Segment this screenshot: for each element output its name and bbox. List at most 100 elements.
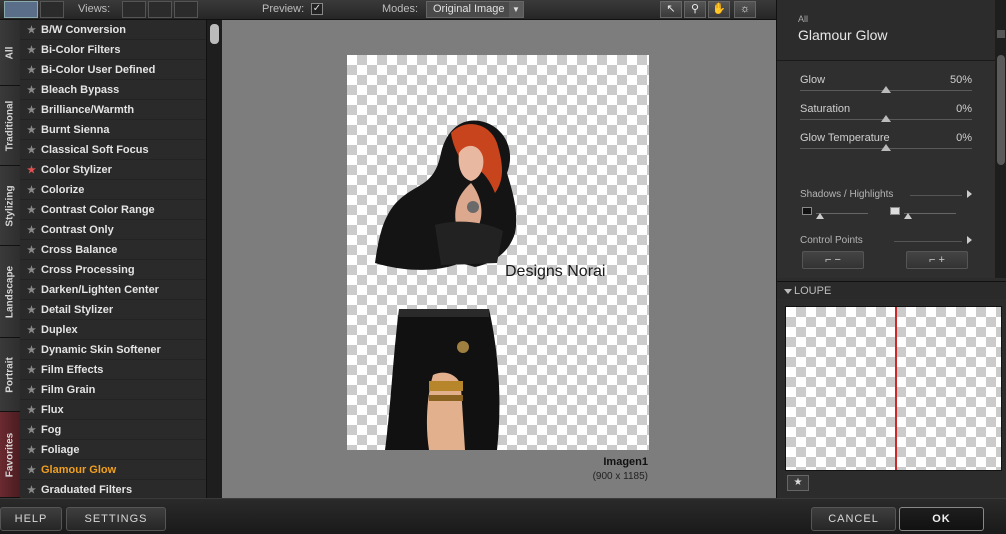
breadcrumb: All	[798, 14, 809, 24]
list-item[interactable]: ★ Classical Soft Focus	[20, 140, 206, 160]
view-split-button[interactable]	[148, 1, 172, 18]
cancel-button[interactable]: CANCEL	[811, 507, 896, 531]
star-icon[interactable]: ★	[27, 401, 41, 421]
list-item[interactable]: ★ Film Effects	[20, 360, 206, 380]
star-icon[interactable]: ★	[27, 321, 41, 341]
scroll-up-arrow-icon[interactable]	[997, 30, 1005, 38]
tab-landscape[interactable]: Landscape	[0, 246, 20, 338]
list-item-selected[interactable]: ★ Glamour Glow	[20, 460, 206, 480]
modes-dropdown[interactable]: Original Image ▼	[426, 1, 524, 18]
zoom-icon[interactable]: ⚲	[684, 1, 706, 18]
highlights-slider[interactable]	[890, 207, 960, 219]
star-icon[interactable]: ★	[27, 81, 41, 101]
list-item[interactable]: ★ Darken/Lighten Center	[20, 280, 206, 300]
scrollbar-thumb[interactable]	[997, 55, 1005, 165]
light-icon[interactable]: ☼	[734, 1, 756, 18]
star-icon[interactable]: ★	[27, 201, 41, 221]
star-icon[interactable]: ★	[27, 301, 41, 321]
pointer-icon[interactable]: ↖	[660, 1, 682, 18]
preview-checkbox[interactable]: ✓	[311, 3, 323, 15]
slider-knob[interactable]	[816, 213, 824, 219]
list-item[interactable]: ★ Color Stylizer	[20, 160, 206, 180]
preview-area[interactable]: Designs Norai Imagen1 (900 x 1185)	[222, 20, 776, 498]
image-canvas[interactable]: Designs Norai	[347, 55, 649, 450]
loupe-header[interactable]: LOUPE	[777, 281, 1006, 299]
slider-knob[interactable]	[904, 213, 912, 219]
settings-button[interactable]: SETTINGS	[66, 507, 166, 531]
star-icon[interactable]: ★	[27, 441, 41, 461]
list-item[interactable]: ★ Bi-Color User Defined	[20, 60, 206, 80]
star-icon[interactable]: ★	[27, 121, 41, 141]
expand-arrow-icon[interactable]	[967, 190, 972, 198]
photo-upper-portrait	[375, 120, 517, 270]
star-icon[interactable]: ★	[27, 261, 41, 281]
hand-icon[interactable]: ✋	[708, 1, 730, 18]
list-item[interactable]: ★ Colorize	[20, 180, 206, 200]
list-item[interactable]: ★ Contrast Color Range	[20, 200, 206, 220]
tab-portrait[interactable]: Portrait	[0, 338, 20, 412]
star-icon[interactable]: ★	[27, 241, 41, 261]
loupe-split-line[interactable]	[895, 307, 897, 470]
list-item[interactable]: ★ Fog	[20, 420, 206, 440]
remove-control-point-button[interactable]: ⌐ −	[802, 251, 864, 269]
list-item[interactable]: ★ Cross Balance	[20, 240, 206, 260]
star-icon[interactable]: ★	[27, 381, 41, 401]
star-icon[interactable]: ★	[27, 361, 41, 381]
control-points-header[interactable]: Control Points	[800, 235, 972, 246]
list-item[interactable]: ★ Film Grain	[20, 380, 206, 400]
star-icon[interactable]: ★	[27, 21, 41, 41]
list-item[interactable]: ★ Detail Stylizer	[20, 300, 206, 320]
list-item[interactable]: ★ Bi-Color Filters	[20, 40, 206, 60]
star-icon[interactable]: ★	[27, 341, 41, 361]
list-item[interactable]: ★ Duplex	[20, 320, 206, 340]
glow-slider[interactable]: Glow 50%	[800, 74, 972, 102]
list-item[interactable]: ★ Flux	[20, 400, 206, 420]
star-icon[interactable]: ★	[27, 461, 41, 481]
list-item[interactable]: ★ Dynamic Skin Softener	[20, 340, 206, 360]
ok-button[interactable]: OK	[899, 507, 984, 531]
view-single-image-button[interactable]	[122, 1, 146, 18]
star-icon[interactable]: ★	[27, 141, 41, 161]
help-button[interactable]: HELP	[0, 507, 62, 531]
collapse-arrow-icon[interactable]	[784, 289, 792, 294]
pin-icon[interactable]: ★	[787, 475, 809, 491]
shadows-highlights-header[interactable]: Shadows / Highlights	[800, 189, 972, 200]
view-split-panel-button[interactable]	[40, 1, 64, 18]
list-item[interactable]: ★ Bleach Bypass	[20, 80, 206, 100]
slider-knob[interactable]	[881, 144, 891, 151]
expand-arrow-icon[interactable]	[967, 236, 972, 244]
shadows-slider[interactable]	[802, 207, 872, 219]
list-item[interactable]: ★ Graduated Filters	[20, 480, 206, 498]
star-icon[interactable]: ★	[27, 221, 41, 241]
star-icon[interactable]: ★	[27, 281, 41, 301]
highlight-swatch	[890, 207, 900, 215]
view-single-button[interactable]	[4, 1, 38, 18]
saturation-slider[interactable]: Saturation 0%	[800, 103, 972, 131]
list-item[interactable]: ★ Brilliance/Warmth	[20, 100, 206, 120]
star-icon[interactable]: ★	[27, 481, 41, 498]
star-icon[interactable]: ★	[27, 161, 41, 181]
star-icon[interactable]: ★	[27, 41, 41, 61]
slider-knob[interactable]	[881, 115, 891, 122]
star-icon[interactable]: ★	[27, 181, 41, 201]
add-control-point-button[interactable]: ⌐ +	[906, 251, 968, 269]
star-icon[interactable]: ★	[27, 101, 41, 121]
tab-all[interactable]: All	[0, 20, 20, 86]
list-item[interactable]: ★ Cross Processing	[20, 260, 206, 280]
scrollbar-thumb[interactable]	[210, 24, 219, 44]
glow-temperature-slider[interactable]: Glow Temperature 0%	[800, 132, 972, 160]
list-item[interactable]: ★ Foliage	[20, 440, 206, 460]
filter-list-scrollbar[interactable]	[206, 20, 222, 498]
tab-favorites[interactable]: Favorites	[0, 412, 20, 498]
list-item[interactable]: ★ Contrast Only	[20, 220, 206, 240]
slider-knob[interactable]	[881, 86, 891, 93]
tab-traditional[interactable]: Traditional	[0, 86, 20, 166]
view-side-by-side-button[interactable]	[174, 1, 198, 18]
star-icon[interactable]: ★	[27, 61, 41, 81]
star-icon[interactable]: ★	[27, 421, 41, 441]
photo-lower-dress	[385, 309, 500, 450]
list-item[interactable]: ★ B/W Conversion	[20, 20, 206, 40]
panel-scrollbar[interactable]	[995, 0, 1006, 278]
tab-stylizing[interactable]: Stylizing	[0, 166, 20, 246]
list-item[interactable]: ★ Burnt Sienna	[20, 120, 206, 140]
